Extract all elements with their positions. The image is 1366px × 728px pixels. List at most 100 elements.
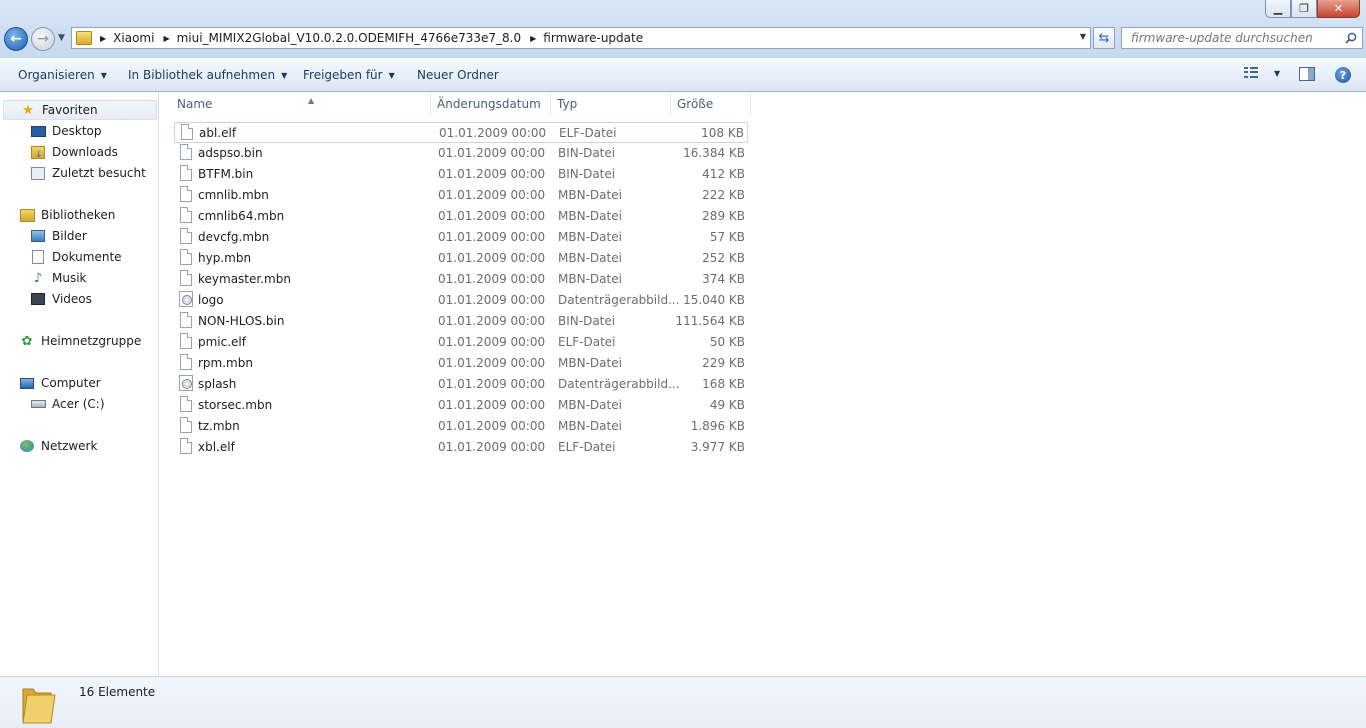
nav-item-desktop[interactable]: Desktop bbox=[30, 121, 102, 141]
file-size: 50 KB bbox=[709, 335, 745, 349]
file-row[interactable]: abl.elf 01.01.2009 00:00 ELF-Datei 108 KB bbox=[174, 122, 748, 143]
chevron-right-icon[interactable]: ▶ bbox=[530, 34, 536, 43]
nav-label: Computer bbox=[41, 376, 101, 390]
file-size: 222 KB bbox=[702, 188, 745, 202]
nav-item-drive-c[interactable]: Acer (C:) bbox=[30, 394, 105, 414]
nav-item-pictures[interactable]: Bilder bbox=[30, 226, 87, 246]
organize-menu[interactable]: Organisieren ▼ bbox=[18, 68, 107, 82]
file-size: 412 KB bbox=[702, 167, 745, 181]
minimize-button[interactable]: ▁ bbox=[1265, 0, 1291, 18]
chevron-right-icon[interactable]: ▶ bbox=[100, 34, 106, 43]
search-input[interactable] bbox=[1131, 31, 1336, 45]
file-row[interactable]: rpm.mbn 01.01.2009 00:00 MBN-Datei 229 KB bbox=[174, 353, 748, 374]
disc-image-icon bbox=[179, 291, 193, 307]
file-type: MBN-Datei bbox=[558, 251, 622, 265]
nav-computer[interactable]: Computer bbox=[19, 373, 101, 393]
arrow-right-icon: → bbox=[37, 31, 49, 47]
chevron-right-icon[interactable]: ▶ bbox=[163, 34, 169, 43]
address-bar[interactable]: ▶ Xiaomi ▶ miui_MIMIX2Global_V10.0.2.0.O… bbox=[71, 27, 1091, 49]
nav-item-downloads[interactable]: ↓ Downloads bbox=[30, 142, 118, 162]
file-name: NON-HLOS.bin bbox=[198, 314, 285, 328]
change-view-button[interactable]: ▼ bbox=[1244, 67, 1280, 79]
file-date: 01.01.2009 00:00 bbox=[438, 209, 546, 223]
file-icon bbox=[180, 312, 192, 328]
file-row[interactable]: xbl.elf 01.01.2009 00:00 ELF-Datei 3.977 KB bbox=[174, 437, 748, 458]
nav-item-music[interactable]: ♪ Musik bbox=[30, 268, 87, 288]
file-type: MBN-Datei bbox=[558, 209, 622, 223]
nav-network[interactable]: Netzwerk bbox=[19, 436, 97, 456]
file-row[interactable]: adspso.bin 01.01.2009 00:00 BIN-Datei 16.38… bbox=[174, 143, 748, 164]
file-name: hyp.mbn bbox=[198, 251, 252, 265]
nav-item-recent[interactable]: Zuletzt besucht bbox=[30, 163, 146, 183]
file-name: adspso.bin bbox=[198, 146, 263, 160]
nav-homegroup[interactable]: ✿ Heimnetzgruppe bbox=[19, 331, 142, 351]
file-row[interactable]: BTFM.bin 01.01.2009 00:00 BIN-Datei 412 KB bbox=[174, 164, 748, 185]
recent-pages-dropdown[interactable]: ▼ bbox=[58, 33, 65, 43]
file-row[interactable]: tz.mbn 01.01.2009 00:00 MBN-Datei 1.896 KB bbox=[174, 416, 748, 437]
preview-pane-button[interactable] bbox=[1299, 67, 1315, 81]
file-type: BIN-Datei bbox=[558, 167, 616, 181]
file-row[interactable]: NON-HLOS.bin 01.01.2009 00:00 BIN-Datei 111… bbox=[174, 311, 748, 332]
help-button[interactable]: ? bbox=[1335, 67, 1351, 83]
file-row[interactable]: logo 01.01.2009 00:00 Datenträgerabbild...… bbox=[174, 290, 748, 311]
file-row[interactable]: keymaster.mbn 01.01.2009 00:00 MBN-Datei 37… bbox=[174, 269, 748, 290]
column-header-type[interactable]: Typ bbox=[551, 92, 671, 116]
file-row[interactable]: storsec.mbn 01.01.2009 00:00 MBN-Datei 49 K… bbox=[174, 395, 748, 416]
details-view-icon bbox=[1244, 67, 1258, 79]
file-row[interactable]: splash 01.01.2009 00:00 Datenträgerabbild.… bbox=[174, 374, 748, 395]
file-row[interactable]: hyp.mbn 01.01.2009 00:00 MBN-Datei 252 KB bbox=[174, 248, 748, 269]
nav-item-documents[interactable]: Dokumente bbox=[30, 247, 122, 267]
window-controls: ▁ ❐ ✕ bbox=[1265, 0, 1360, 18]
close-button[interactable]: ✕ bbox=[1317, 0, 1360, 18]
maximize-button[interactable]: ❐ bbox=[1291, 0, 1317, 18]
file-type: MBN-Datei bbox=[558, 419, 622, 433]
nav-item-videos[interactable]: Videos bbox=[30, 289, 92, 309]
title-bar: ▁ ❐ ✕ ← → ▼ ▶ Xiaomi ▶ miui_MIMIX2Global… bbox=[0, 0, 1366, 58]
column-header-label: Typ bbox=[557, 97, 578, 111]
videos-icon bbox=[30, 291, 46, 307]
nav-label: Downloads bbox=[52, 145, 118, 159]
search-box[interactable] bbox=[1121, 27, 1363, 49]
column-header-size[interactable]: Größe bbox=[671, 92, 751, 116]
forward-button[interactable]: → bbox=[31, 27, 55, 51]
breadcrumb-item[interactable]: firmware-update bbox=[543, 31, 643, 45]
file-type: MBN-Datei bbox=[558, 230, 622, 244]
include-library-menu[interactable]: In Bibliothek aufnehmen ▼ bbox=[128, 68, 287, 82]
refresh-button[interactable]: ⇆ bbox=[1093, 27, 1115, 49]
file-name: storsec.mbn bbox=[198, 398, 273, 412]
search-icon[interactable] bbox=[1345, 32, 1357, 44]
file-type: ELF-Datei bbox=[559, 126, 617, 140]
file-date: 01.01.2009 00:00 bbox=[438, 146, 546, 160]
file-date: 01.01.2009 00:00 bbox=[438, 251, 546, 265]
column-header-date[interactable]: Änderungsdatum bbox=[431, 92, 551, 116]
chevron-down-icon: ▼ bbox=[100, 71, 107, 80]
libraries-icon bbox=[19, 207, 35, 223]
nav-favorites[interactable]: ★ Favoriten bbox=[3, 100, 157, 120]
file-size: 1.896 KB bbox=[690, 419, 745, 433]
file-name: rpm.mbn bbox=[198, 356, 253, 370]
column-header-name[interactable]: ▲ Name bbox=[171, 92, 431, 116]
file-row[interactable]: devcfg.mbn 01.01.2009 00:00 MBN-Datei 57 KB bbox=[174, 227, 748, 248]
file-icon bbox=[180, 228, 192, 244]
file-name: abl.elf bbox=[199, 126, 237, 140]
folder-icon bbox=[76, 31, 92, 45]
file-icon bbox=[180, 144, 192, 160]
breadcrumb-item[interactable]: Xiaomi bbox=[113, 31, 154, 45]
file-date: 01.01.2009 00:00 bbox=[438, 398, 546, 412]
file-row[interactable]: cmnlib64.mbn 01.01.2009 00:00 MBN-Datei 289… bbox=[174, 206, 748, 227]
breadcrumb-item[interactable]: miui_MIMIX2Global_V10.0.2.0.ODEMIFH_4766… bbox=[177, 31, 522, 45]
back-button[interactable]: ← bbox=[4, 27, 28, 51]
help-icon: ? bbox=[1335, 67, 1351, 83]
file-icon bbox=[180, 186, 192, 202]
file-name: splash bbox=[198, 377, 237, 391]
share-menu[interactable]: Freigeben für ▼ bbox=[303, 68, 395, 82]
nav-label: Bibliotheken bbox=[41, 208, 116, 222]
new-folder-button[interactable]: Neuer Ordner bbox=[417, 68, 499, 82]
file-row[interactable]: cmnlib.mbn 01.01.2009 00:00 MBN-Datei 222 K… bbox=[174, 185, 748, 206]
nav-libraries[interactable]: Bibliotheken bbox=[19, 205, 115, 225]
chevron-down-icon[interactable]: ▼ bbox=[1080, 32, 1086, 41]
file-type: ELF-Datei bbox=[558, 440, 616, 454]
file-row[interactable]: pmic.elf 01.01.2009 00:00 ELF-Datei 50 KB bbox=[174, 332, 748, 353]
file-size: 374 KB bbox=[702, 272, 745, 286]
file-name: BTFM.bin bbox=[198, 167, 254, 181]
